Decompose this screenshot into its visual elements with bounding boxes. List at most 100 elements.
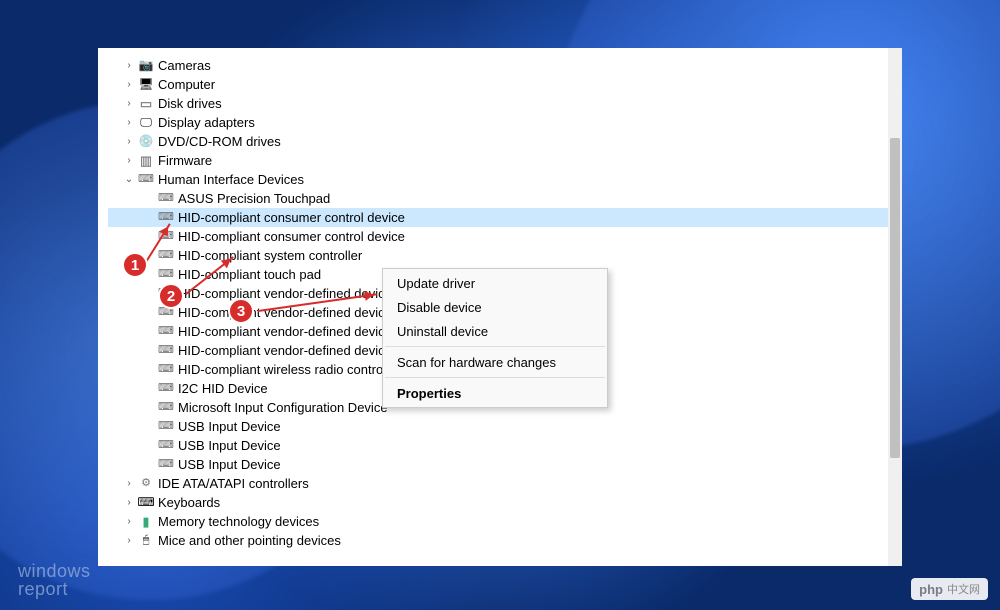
watermark-php-cn: php 中文网 [911,578,988,600]
chevron-right-icon[interactable]: › [122,531,136,550]
tree-category-disk-drives[interactable]: › Disk drives [108,94,896,113]
tree-item-hid[interactable]: USB Input Device [108,436,896,455]
category-label: Mice and other pointing devices [158,531,341,550]
category-label: Display adapters [158,113,255,132]
watermark-line1: windows [18,562,91,580]
category-label: Human Interface Devices [158,170,304,189]
hid-icon [158,210,174,226]
hid-icon [158,191,174,207]
tree-category-keyboards[interactable]: › Keyboards [108,493,896,512]
tree-item-hid[interactable]: HID-compliant system controller [108,246,896,265]
tree-category-dvd[interactable]: › DVD/CD-ROM drives [108,132,896,151]
device-label: USB Input Device [178,417,281,436]
category-label: Keyboards [158,493,220,512]
scrollbar-thumb[interactable] [890,138,900,458]
hid-icon [138,172,154,188]
hid-icon [158,267,174,283]
hid-icon [158,362,174,378]
ide-icon [138,476,154,492]
watermark-line2: report [18,580,91,598]
tree-item-hid[interactable]: USB Input Device [108,455,896,474]
device-label: I2C HID Device [178,379,268,398]
device-label: HID-compliant touch pad [178,265,321,284]
menu-separator [385,346,605,347]
tree-category-firmware[interactable]: › Firmware [108,151,896,170]
menu-label: Properties [397,386,461,401]
chevron-down-icon[interactable]: ⌄ [122,170,136,189]
device-label: HID-compliant wireless radio controls [178,360,393,379]
device-label: ASUS Precision Touchpad [178,189,330,208]
context-menu: Update driver Disable device Uninstall d… [382,268,608,408]
device-label: Microsoft Input Configuration Device [178,398,388,417]
camera-icon [138,58,154,74]
firmware-icon [138,153,154,169]
category-label: Disk drives [158,94,222,113]
tree-category-mice[interactable]: › Mice and other pointing devices [108,531,896,550]
category-label: Computer [158,75,215,94]
hid-icon [158,438,174,454]
category-label: Cameras [158,56,211,75]
chevron-right-icon[interactable]: › [122,113,136,132]
tree-item-hid[interactable]: HID-compliant consumer control device [108,227,896,246]
menu-item-disable-device[interactable]: Disable device [383,295,607,319]
dvd-icon [138,134,154,150]
chevron-right-icon[interactable]: › [122,512,136,531]
hid-icon [158,343,174,359]
hid-icon [158,248,174,264]
memory-icon [138,514,154,530]
tree-category-display-adapters[interactable]: › Display adapters [108,113,896,132]
tree-category-memory[interactable]: › Memory technology devices [108,512,896,531]
hid-icon [158,286,174,302]
hid-icon [158,229,174,245]
chevron-right-icon[interactable]: › [122,132,136,151]
keyboard-icon [138,495,154,511]
chevron-right-icon[interactable]: › [122,56,136,75]
device-label: HID-compliant system controller [178,246,362,265]
device-label: HID-compliant vendor-defined device [178,341,392,360]
device-label: HID-compliant vendor-defined device [178,322,392,341]
chevron-right-icon[interactable]: › [122,493,136,512]
vertical-scrollbar[interactable] [888,48,902,566]
device-label: HID-compliant vendor-defined device [178,284,392,303]
category-label: Memory technology devices [158,512,319,531]
chevron-right-icon[interactable]: › [122,94,136,113]
menu-item-uninstall-device[interactable]: Uninstall device [383,319,607,343]
chevron-right-icon[interactable]: › [122,151,136,170]
hid-icon [158,305,174,321]
device-label: HID-compliant consumer control device [178,227,405,246]
computer-icon [138,77,154,93]
device-label: USB Input Device [178,455,281,474]
tree-category-cameras[interactable]: › Cameras [108,56,896,75]
watermark-php: php [919,582,943,597]
menu-item-properties[interactable]: Properties [383,381,607,405]
hid-icon [158,324,174,340]
tree-item-hid-selected[interactable]: HID-compliant consumer control device [108,208,896,227]
device-label: HID-compliant consumer control device [178,208,405,227]
device-label: HID-compliant vendor-defined device [178,303,392,322]
mouse-icon [138,533,154,549]
tree-item-hid[interactable]: ASUS Precision Touchpad [108,189,896,208]
menu-label: Uninstall device [397,324,488,339]
device-label: USB Input Device [178,436,281,455]
hid-icon [158,419,174,435]
watermark-windows-report: windows report [18,562,91,598]
chevron-right-icon[interactable]: › [122,474,136,493]
menu-label: Disable device [397,300,482,315]
disk-icon [138,96,154,112]
menu-item-scan-hardware[interactable]: Scan for hardware changes [383,350,607,374]
tree-category-computer[interactable]: › Computer [108,75,896,94]
category-label: DVD/CD-ROM drives [158,132,281,151]
menu-label: Scan for hardware changes [397,355,556,370]
hid-icon [158,457,174,473]
tree-category-ide[interactable]: › IDE ATA/ATAPI controllers [108,474,896,493]
menu-separator [385,377,605,378]
tree-category-hid[interactable]: ⌄ Human Interface Devices [108,170,896,189]
menu-item-update-driver[interactable]: Update driver [383,271,607,295]
watermark-cn: 中文网 [947,581,980,597]
menu-label: Update driver [397,276,475,291]
tree-item-hid[interactable]: USB Input Device [108,417,896,436]
category-label: Firmware [158,151,212,170]
hid-icon [158,381,174,397]
hid-icon [158,400,174,416]
chevron-right-icon[interactable]: › [122,75,136,94]
